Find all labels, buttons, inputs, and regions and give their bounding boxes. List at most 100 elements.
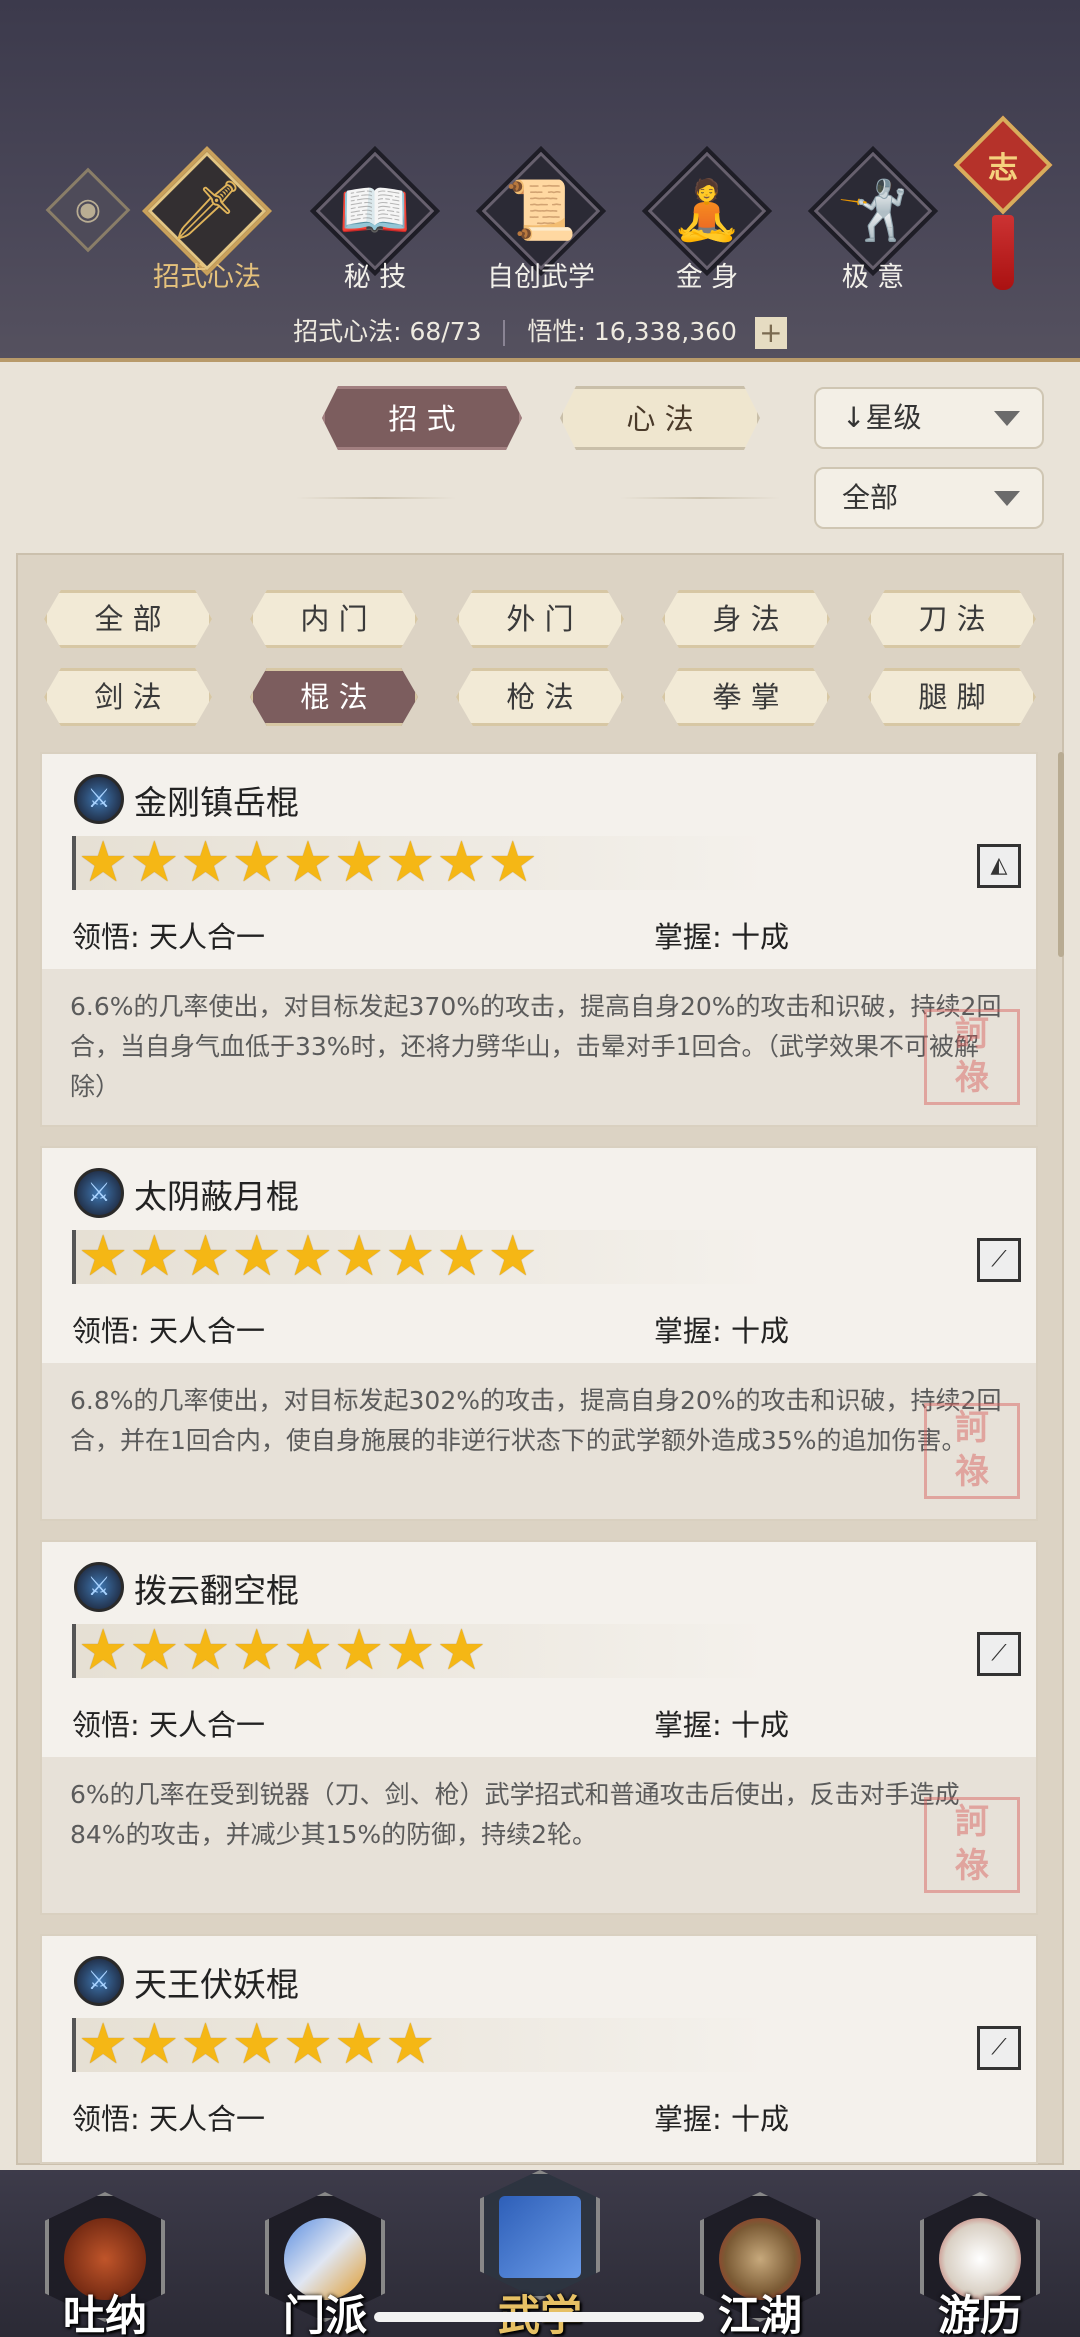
skill-type-icon: ◭ [977, 844, 1021, 888]
mastery-row: 掌握: 十成 [654, 2096, 789, 2138]
mastery-value: 十成 [731, 920, 790, 954]
category-movement[interactable]: 身 法 [662, 590, 830, 648]
tab-label: 自创武学 [487, 262, 595, 293]
skill-card[interactable]: ⚔ 天王伏妖棍 ★★★★★★★ ⟋ 领悟: 天人合一 掌握: 十成 [40, 1934, 1038, 2164]
seal-stamp-icon: 訶 祿 [924, 1009, 1020, 1105]
star-rating: ★★★★★★★★★ [72, 835, 772, 891]
nav-label: 武学 [465, 2282, 615, 2337]
category-blade[interactable]: 刀 法 [868, 590, 1036, 648]
comprehension-row: 领悟: 天人合一 [72, 2096, 265, 2138]
add-insight-button[interactable]: + [754, 317, 787, 349]
skill-type-icon: ⟋ [977, 1632, 1021, 1676]
tab-skills[interactable]: 🗡 招式心法 [141, 145, 273, 295]
category-sword[interactable]: 剑 法 [44, 668, 212, 726]
comprehension-label: 领悟: [72, 1314, 140, 1348]
sword-icon: 🗡 [170, 176, 244, 244]
mastery-row: 掌握: 十成 [654, 914, 789, 956]
star-icons: ★★★★★★★ [78, 2012, 437, 2077]
skill-description-box: 6.6%的几率使出，对目标发起370%的攻击，提高自身20%的攻击和识破，持续2… [42, 969, 1036, 1125]
nav-jianghu[interactable]: 江湖 [685, 2170, 835, 2337]
nav-label: 门派 [282, 2291, 367, 2337]
category-spear[interactable]: 枪 法 [456, 668, 624, 726]
segment-moves[interactable]: 招 式 [322, 386, 522, 450]
ambition-button[interactable]: 志 [953, 115, 1053, 215]
nav-breathing[interactable]: 吐纳 [30, 2170, 180, 2337]
skill-card[interactable]: ⚔ 拨云翻空棍 ★★★★★★★★ ⟋ 领悟: 天人合一 掌握: 十成 6%的几率… [40, 1540, 1038, 1915]
home-indicator [374, 2312, 704, 2322]
skill-name: 天王伏妖棍 [134, 1965, 299, 2004]
comprehension-label: 领悟: [72, 2102, 140, 2136]
category-all[interactable]: 全 部 [44, 590, 212, 648]
category-staff[interactable]: 棍 法 [250, 668, 418, 726]
skill-description-box: 6%的几率在受到锐器（刀、剑、枪）武学招式和普通攻击后使出，反击对手造成84%的… [42, 1757, 1036, 1913]
category-legs[interactable]: 腿 脚 [868, 668, 1036, 726]
martial-book-icon [499, 2196, 581, 2278]
skills-count-label: 招式心法: [293, 317, 402, 346]
mastery-value: 十成 [731, 1708, 790, 1742]
mastery-label: 掌握: [654, 1708, 722, 1742]
ambition-label: 志 [988, 151, 1018, 186]
skill-name: 太阴蔽月棍 [134, 1177, 299, 1216]
chevron-down-icon [994, 411, 1020, 426]
mastery-label: 掌握: [654, 1314, 722, 1348]
tab-ultimate[interactable]: 🤺 极 意 [807, 145, 939, 295]
staff-icon: ⚔ [74, 1168, 124, 1218]
skill-name: 拨云翻空棍 [134, 1571, 299, 1610]
category-inner[interactable]: 内 门 [250, 590, 418, 648]
tab-custom-martial[interactable]: 📜 自创武学 [475, 145, 607, 295]
star-rating: ★★★★★★★★★ [72, 1224, 772, 1289]
comprehension-row: 领悟: 天人合一 [72, 1308, 265, 1350]
sort-dropdown[interactable]: ↓星级 [814, 387, 1044, 449]
top-header: ◉ 🗡 招式心法 📖 秘 技 📜 自创武学 🧘 金 身 🤺 极 意 志 招式心法… [0, 0, 1080, 362]
martial-pose-icon: 🤺 [836, 176, 910, 244]
sort-label: ↓星级 [842, 401, 922, 434]
insight-label: 悟性: [527, 317, 586, 346]
comprehension-label: 领悟: [72, 920, 140, 954]
stats-divider [503, 320, 506, 346]
mastery-label: 掌握: [654, 2102, 722, 2136]
comprehension-value: 天人合一 [149, 920, 266, 954]
nav-label: 吐纳 [62, 2291, 147, 2337]
stats-bar: 招式心法: 68/73 悟性: 16,338,360 + [0, 312, 1080, 349]
tassel-icon [992, 215, 1014, 290]
staff-icon: ⚔ [74, 1562, 124, 1612]
ornament-divider [296, 497, 456, 499]
skill-card[interactable]: ⚔ 太阴蔽月棍 ★★★★★★★★★ ⟋ 领悟: 天人合一 掌握: 十成 6.8%… [40, 1146, 1038, 1521]
skill-type-icon: ⟋ [977, 2026, 1021, 2070]
scope-label: 全部 [842, 481, 899, 514]
book-icon: 📖 [338, 176, 412, 244]
comprehension-value: 天人合一 [149, 1314, 266, 1348]
comprehension-value: 天人合一 [149, 2102, 266, 2136]
seal-stamp-icon: 訶 祿 [924, 1403, 1020, 1499]
category-outer[interactable]: 外 门 [456, 590, 624, 648]
skill-description: 6.6%的几率使出，对目标发起370%的攻击，提高自身20%的攻击和识破，持续2… [70, 992, 1002, 1101]
tab-secret-skills[interactable]: 📖 秘 技 [309, 145, 441, 295]
list-scrollbar[interactable] [1058, 752, 1064, 957]
star-icons: ★★★★★★★★★ [78, 1224, 539, 1289]
staff-icon: ⚔ [74, 1956, 124, 2006]
tab-golden-body[interactable]: 🧘 金 身 [641, 145, 773, 295]
insight-value: 16,338,360 [593, 317, 737, 346]
skill-description-box: 6.8%的几率使出，对目标发起302%的攻击，提高自身20%的攻击和识破，持续2… [42, 1363, 1036, 1519]
skill-type-icon: ⟋ [977, 1238, 1021, 1282]
chevron-down-icon [994, 491, 1020, 506]
meditation-icon: 🧘 [670, 176, 744, 244]
skill-description: 6%的几率在受到锐器（刀、剑、枪）武学招式和普通攻击后使出，反击对手造成84%的… [70, 1780, 960, 1849]
comprehension-label: 领悟: [72, 1708, 140, 1742]
view-toggle-button[interactable]: ◉ [45, 167, 131, 253]
ornament-divider [620, 497, 780, 499]
skill-card[interactable]: ⚔ 金刚镇岳棍 ★★★★★★★★★ ◭ 领悟: 天人合一 掌握: 十成 6.6%… [40, 752, 1038, 1127]
star-icons: ★★★★★★★★ [78, 1618, 488, 1683]
nav-label: 江湖 [717, 2291, 802, 2337]
nav-travel[interactable]: 游历 [905, 2170, 1055, 2337]
category-fist-palm[interactable]: 拳 掌 [662, 668, 830, 726]
segment-inner-methods[interactable]: 心 法 [560, 386, 760, 450]
star-rating: ★★★★★★★★ [72, 1618, 772, 1683]
mastery-row: 掌握: 十成 [654, 1702, 789, 1744]
comprehension-value: 天人合一 [149, 1708, 266, 1742]
mastery-row: 掌握: 十成 [654, 1308, 789, 1350]
mastery-value: 十成 [731, 2102, 790, 2136]
star-rating: ★★★★★★★ [72, 2012, 772, 2077]
tab-label: 金 身 [675, 262, 739, 293]
scope-dropdown[interactable]: 全部 [814, 467, 1044, 529]
